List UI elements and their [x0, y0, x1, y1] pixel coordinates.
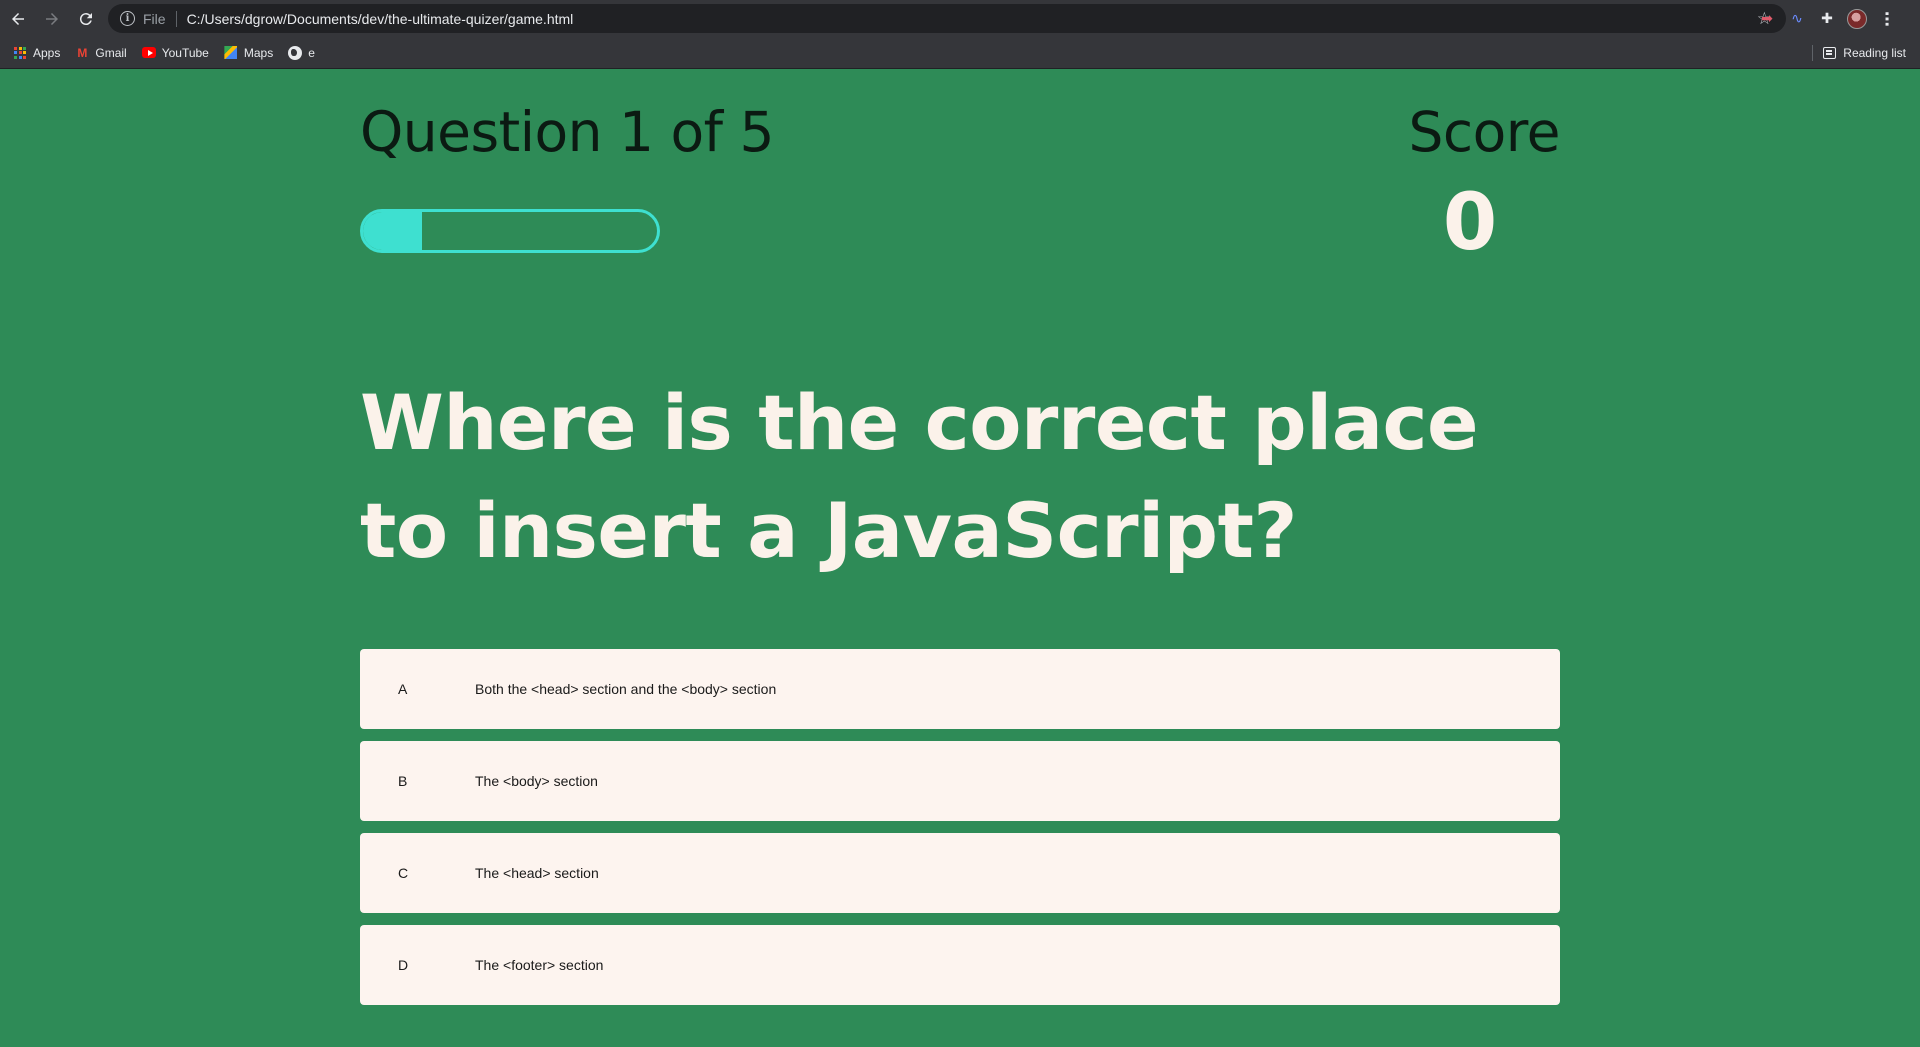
extensions-area: ➡ ∿ ✚ ⋯: [1752, 0, 1902, 37]
hud-score-section: Score 0: [1340, 100, 1560, 268]
bookmark-gmail[interactable]: M Gmail: [75, 46, 126, 60]
choice-text: Both the <head> section and the <body> s…: [475, 681, 777, 697]
score-label: Score: [1408, 100, 1560, 164]
extension-red-icon[interactable]: ➡: [1752, 4, 1782, 34]
bookmark-e[interactable]: e: [288, 45, 315, 60]
quiz-page: Question 1 of 5 Score 0 Where is the cor…: [0, 69, 1920, 1047]
reading-list-button[interactable]: Reading list: [1812, 37, 1906, 69]
globe-icon: [288, 45, 303, 60]
choice-text: The <head> section: [475, 865, 599, 881]
reload-button[interactable]: [70, 3, 102, 35]
choice-b[interactable]: B The <body> section: [360, 741, 1560, 821]
game-container: Question 1 of 5 Score 0 Where is the cor…: [360, 69, 1561, 1005]
choices-list: A Both the <head> section and the <body>…: [360, 649, 1560, 1017]
bookmark-apps[interactable]: Apps: [13, 46, 60, 60]
question-text: Where is the correct place to insert a J…: [360, 378, 1479, 575]
choice-text: The <footer> section: [475, 957, 604, 973]
info-icon[interactable]: i: [120, 11, 135, 26]
maps-icon: [224, 46, 238, 60]
profile-avatar[interactable]: [1842, 4, 1872, 34]
bookmark-label: Gmail: [95, 45, 127, 60]
youtube-icon: [141, 46, 156, 60]
bookmark-maps[interactable]: Maps: [224, 46, 273, 60]
hud-progress-section: Question 1 of 5: [360, 105, 774, 160]
gmail-icon: M: [77, 45, 88, 60]
puzzle-icon[interactable]: ✚: [1812, 4, 1842, 34]
apps-grid-icon: [13, 46, 27, 60]
hud: Question 1 of 5 Score 0: [360, 69, 1561, 279]
choice-d[interactable]: D The <footer> section: [360, 925, 1560, 1005]
choice-prefix: A: [398, 681, 408, 697]
score-value: 0: [1442, 178, 1498, 268]
choice-prefix: C: [398, 865, 409, 881]
reload-icon: [79, 12, 92, 25]
extension-wave-icon[interactable]: ∿: [1782, 4, 1812, 34]
bookmark-youtube[interactable]: YouTube: [141, 45, 209, 60]
progress-bar: [360, 209, 660, 253]
address-divider: [175, 10, 177, 27]
reading-list-icon: [1823, 47, 1837, 59]
bookmark-label: Apps: [33, 45, 61, 60]
choice-c[interactable]: C The <head> section: [360, 833, 1560, 913]
progress-bar-fill: [363, 212, 422, 250]
url-text[interactable]: C:/Users/dgrow/Documents/dev/the-ultimat…: [187, 11, 574, 27]
bookmarks-bar: Apps M Gmail YouTube Maps e Reading list: [0, 37, 1920, 69]
choice-prefix: B: [398, 773, 408, 789]
arrow-right-icon: [46, 12, 58, 25]
avatar: [1847, 8, 1867, 29]
choice-a[interactable]: A Both the <head> section and the <body>…: [360, 649, 1560, 729]
arrow-left-icon: [12, 12, 24, 25]
back-button[interactable]: [2, 3, 34, 35]
forward-button[interactable]: [36, 3, 68, 35]
address-bar[interactable]: i File C:/Users/dgrow/Documents/dev/the-…: [108, 4, 1786, 33]
choice-prefix: D: [398, 957, 409, 973]
question-counter: Question 1 of 5: [360, 100, 774, 164]
menu-kebab-icon[interactable]: ⋯: [1872, 4, 1902, 34]
bookmark-label: Maps: [243, 45, 274, 60]
bookmark-label: e: [308, 45, 315, 60]
reading-list-label: Reading list: [1843, 46, 1906, 60]
bookmark-label: YouTube: [161, 45, 209, 60]
url-scheme-label: File: [143, 10, 166, 27]
reading-list-divider: [1812, 45, 1814, 61]
choice-text: The <body> section: [475, 773, 598, 789]
browser-toolbar: i File C:/Users/dgrow/Documents/dev/the-…: [0, 0, 1920, 37]
